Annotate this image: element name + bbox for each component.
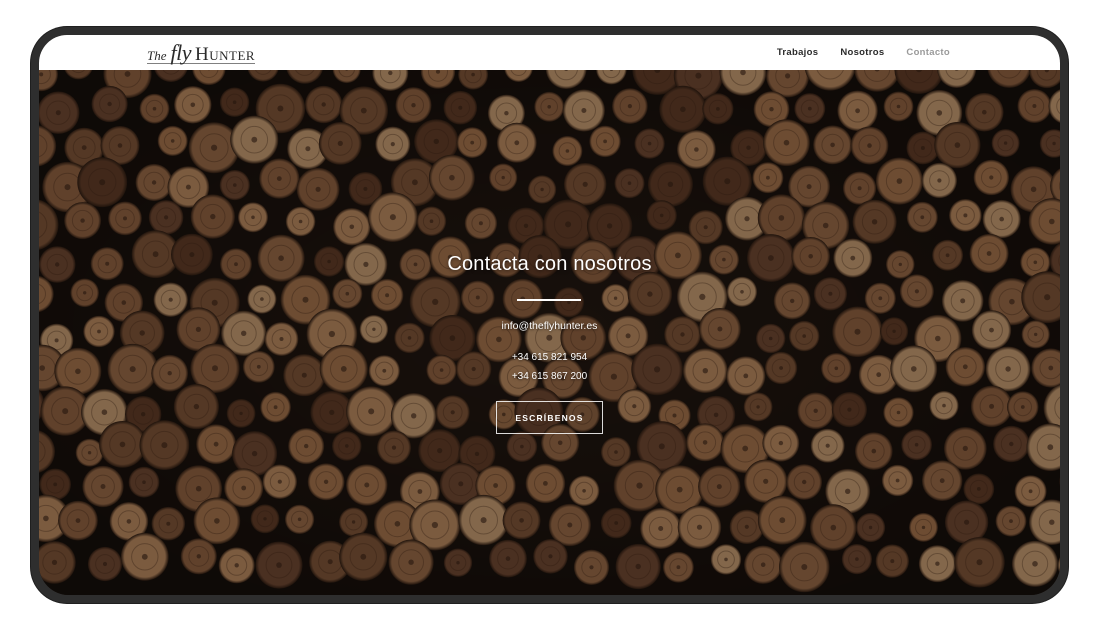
nav-item-trabajos[interactable]: Trabajos (777, 47, 818, 58)
logo-underline (147, 63, 256, 64)
title-divider (517, 299, 581, 301)
hero-content: Contacta con nosotros info@theflyhunter.… (39, 70, 1060, 595)
write-us-button[interactable]: ESCRÍBENOS (496, 401, 603, 434)
brand-logo[interactable]: The fly Hunter (147, 40, 256, 66)
hero-title: Contacta con nosotros (447, 253, 652, 275)
contact-email[interactable]: info@theflyhunter.es (39, 320, 1060, 332)
nav-item-contacto[interactable]: Contacto (906, 47, 950, 58)
contact-phone-2[interactable]: +34 615 867 200 (39, 371, 1060, 382)
screen: The fly Hunter Trabajos Nosotros Contact… (39, 35, 1060, 595)
device-frame: The fly Hunter Trabajos Nosotros Contact… (31, 27, 1068, 603)
navbar: The fly Hunter Trabajos Nosotros Contact… (39, 35, 1060, 70)
main-nav: Trabajos Nosotros Contacto (777, 35, 950, 70)
nav-item-nosotros[interactable]: Nosotros (840, 47, 884, 58)
hero-section: Contacta con nosotros info@theflyhunter.… (39, 70, 1060, 595)
logo-the: The (147, 48, 167, 63)
contact-phone-1[interactable]: +34 615 821 954 (39, 352, 1060, 363)
